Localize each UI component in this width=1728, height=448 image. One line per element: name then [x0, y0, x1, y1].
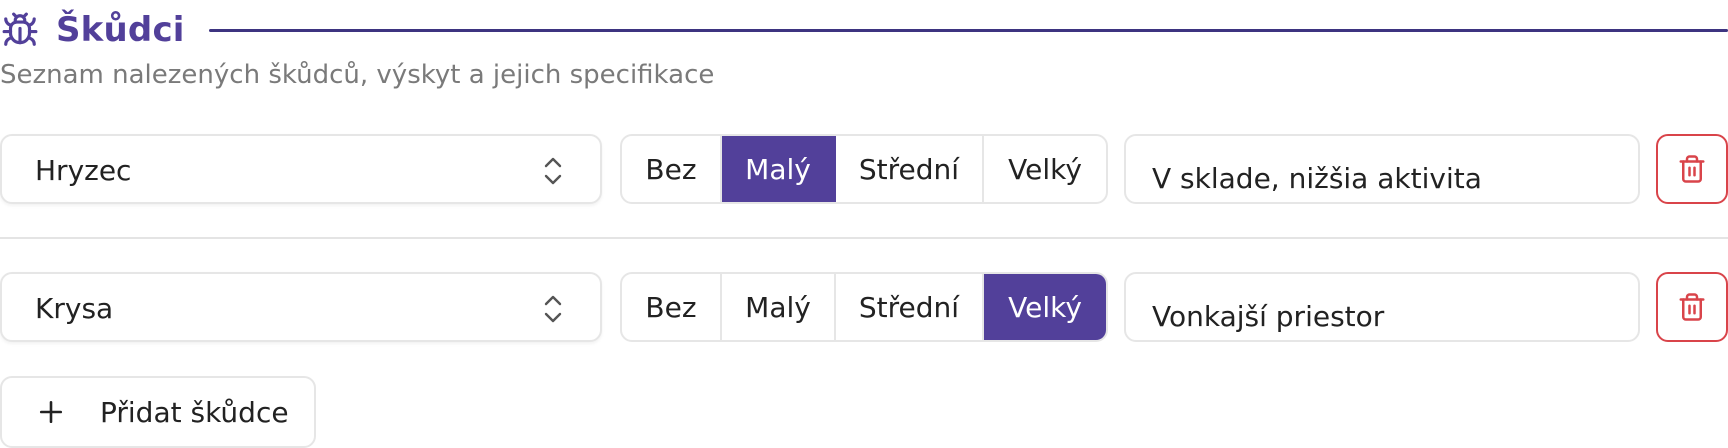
pest-note-input[interactable]: [1124, 134, 1640, 204]
header-divider: [208, 28, 1728, 32]
pest-row: Krysa Bez Malý Střední Velký: [0, 272, 1728, 344]
section-header: Škůdci: [0, 6, 1728, 54]
delete-pest-button[interactable]: [1656, 272, 1728, 342]
severity-option-stredni[interactable]: Střední: [836, 274, 984, 340]
severity-option-stredni[interactable]: Střední: [836, 136, 984, 202]
pest-select[interactable]: Hryzec: [0, 134, 602, 204]
pest-note-input[interactable]: [1124, 272, 1640, 342]
trash-icon: [1679, 155, 1705, 183]
bug-icon: [0, 10, 40, 50]
severity-option-bez[interactable]: Bez: [622, 274, 722, 340]
pest-select-value: Hryzec: [35, 154, 132, 187]
trash-icon: [1679, 293, 1705, 321]
pest-select[interactable]: Krysa: [0, 272, 602, 342]
chevron-updown-icon: [544, 295, 562, 323]
severity-option-maly[interactable]: Malý: [722, 274, 836, 340]
pest-row: Hryzec Bez Malý Střední Velký: [0, 134, 1728, 206]
severity-option-maly[interactable]: Malý: [722, 136, 836, 202]
pest-select-value: Krysa: [35, 292, 114, 325]
delete-pest-button[interactable]: [1656, 134, 1728, 204]
section-title: Škůdci: [56, 10, 185, 50]
chevron-updown-icon: [544, 157, 562, 185]
severity-option-velky[interactable]: Velký: [984, 274, 1106, 340]
row-divider: [0, 237, 1728, 239]
section-subtitle: Seznam nalezených škůdců, výskyt a jejic…: [0, 60, 715, 90]
plus-icon: [39, 400, 63, 424]
severity-option-bez[interactable]: Bez: [622, 136, 722, 202]
pests-section: Škůdci Seznam nalezených škůdců, výskyt …: [0, 0, 1728, 448]
severity-option-velky[interactable]: Velký: [984, 136, 1106, 202]
severity-segmented-control: Bez Malý Střední Velký: [620, 134, 1108, 204]
severity-segmented-control: Bez Malý Střední Velký: [620, 272, 1108, 342]
add-pest-label: Přidat škůdce: [100, 395, 289, 429]
add-pest-button[interactable]: Přidat škůdce: [0, 376, 316, 448]
